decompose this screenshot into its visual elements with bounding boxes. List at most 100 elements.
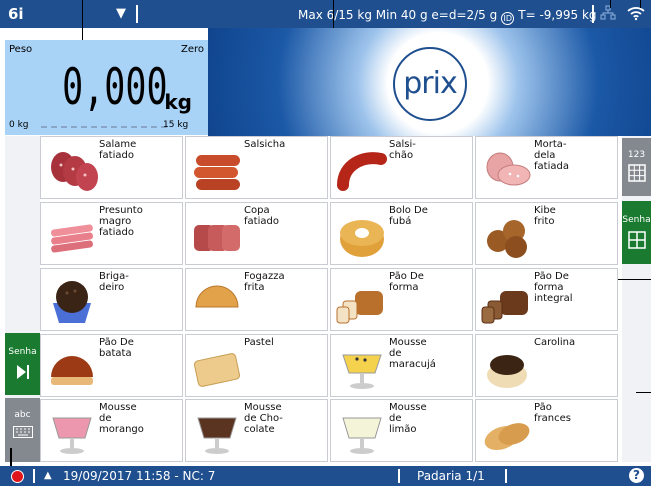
product-name: Mousse de Cho- colate <box>244 402 283 435</box>
weight-value: 0,000 <box>62 58 168 116</box>
product-tile[interactable]: Mousse de morango <box>40 399 183 462</box>
weight-unit: kg <box>164 90 192 114</box>
mousse-yellow-icon <box>335 343 389 393</box>
svg-text:prix: prix <box>403 66 457 101</box>
numeric-label: 123 <box>627 150 646 160</box>
bread-loaf-icon <box>335 277 389 327</box>
fogazza-icon <box>190 277 244 327</box>
pointer-line <box>640 0 641 8</box>
divider <box>505 469 507 483</box>
prix-logo-icon: prix <box>403 66 458 101</box>
pointer-line <box>10 448 12 466</box>
pointer-line <box>610 0 611 8</box>
product-name: Mousse de morango <box>99 402 144 435</box>
whole-bread-icon <box>480 277 534 327</box>
product-name: Bolo De fubá <box>389 205 428 227</box>
product-tile[interactable]: Bolo De fubá <box>330 202 473 265</box>
product-tile[interactable]: Pastel <box>185 334 328 397</box>
brand-logo: prix <box>393 47 467 121</box>
product-tile[interactable]: Salsicha <box>185 136 328 199</box>
product-name: Mousse de limão <box>389 402 427 435</box>
top-bar: 6i ▼ Max 6/15 kg Min 40 g e=d=2/5 g ID T= … <box>0 0 651 28</box>
skip-next-icon <box>16 365 29 379</box>
product-name: Carolina <box>534 337 576 348</box>
senha-grid-button[interactable]: Senha <box>622 201 651 264</box>
scale-specs: Max 6/15 kg Min 40 g e=d=2/5 g ID T= -9,99… <box>298 8 597 25</box>
product-name: Presunto magro fatiado <box>99 205 143 238</box>
scale-min: 0 kg <box>9 120 29 130</box>
brigadeiro-icon <box>45 277 99 327</box>
product-name: Pão De forma <box>389 271 424 293</box>
abc-label: abc <box>14 410 31 420</box>
keyboard-icon <box>12 426 33 438</box>
weight-display: Peso Zero 0,000 kg 0 kg 15 kg <box>5 40 208 135</box>
numeric-keypad-button[interactable]: 123 <box>622 138 651 196</box>
product-tile[interactable]: Salsi- chão <box>330 136 473 199</box>
mousse-white-icon <box>335 408 389 458</box>
product-grid: Salame fatiado Salsicha Salsi- chão Morta- … <box>40 136 622 462</box>
potato-bread-icon <box>45 343 99 393</box>
record-icon <box>11 470 24 483</box>
senha-next-button[interactable]: Senha <box>5 333 40 395</box>
cake-icon <box>335 211 389 261</box>
product-tile[interactable]: Carolina <box>475 334 618 397</box>
product-tile[interactable]: Presunto magro fatiado <box>40 202 183 265</box>
product-tile[interactable]: Morta- dela fatiada <box>475 136 618 199</box>
product-name: Kibe frito <box>534 205 556 227</box>
product-name: Pão frances <box>534 402 571 424</box>
carolina-icon <box>480 343 534 393</box>
divider <box>136 5 138 23</box>
divider <box>592 5 594 23</box>
divider <box>398 469 400 483</box>
scale-specs-text: Max 6/15 kg Min 40 g e=d=2/5 g <box>298 8 498 22</box>
scale-bar <box>41 126 167 128</box>
product-name: Briga- deiro <box>99 271 129 293</box>
senha-label: Senha <box>8 347 37 357</box>
department-label[interactable]: Padaria 1/1 <box>417 469 485 483</box>
kibe-icon <box>480 211 534 261</box>
datetime-nc: 19/09/2017 11:58 - NC: 7 <box>63 469 216 483</box>
product-name: Salsi- chão <box>389 139 416 161</box>
product-tile[interactable]: Briga- deiro <box>40 268 183 331</box>
product-name: Copa fatiado <box>244 205 279 227</box>
product-name: Pastel <box>244 337 274 348</box>
product-tile[interactable]: Pão De forma integral <box>475 268 618 331</box>
warning-icon: ▲ <box>44 470 52 481</box>
product-name: Salame fatiado <box>99 139 137 161</box>
pointer-line <box>636 279 651 280</box>
wifi-icon <box>627 5 645 25</box>
divider <box>33 469 35 483</box>
product-tile[interactable]: Pão frances <box>475 399 618 462</box>
product-name: Mousse de maracujá <box>389 337 436 370</box>
tare-value: T= -9,995 kg <box>518 8 597 22</box>
product-name: Pão De batata <box>99 337 134 359</box>
product-tile[interactable]: Mousse de Cho- colate <box>185 399 328 462</box>
dropdown-icon[interactable]: ▼ <box>116 6 126 21</box>
salami-icon <box>45 145 99 195</box>
weight-label: Peso <box>9 44 33 55</box>
mortadella-icon <box>480 145 534 195</box>
grid-icon <box>627 231 646 249</box>
product-tile[interactable]: Kibe frito <box>475 202 618 265</box>
grid-icon <box>627 164 646 182</box>
senha-label: Senha <box>622 215 651 225</box>
mousse-pink-icon <box>45 408 99 458</box>
product-tile[interactable]: Mousse de limão <box>330 399 473 462</box>
product-tile[interactable]: Pão De batata <box>40 334 183 397</box>
product-tile[interactable]: Copa fatiado <box>185 202 328 265</box>
product-tile[interactable]: Mousse de maracujá <box>330 334 473 397</box>
profile-label: 6i <box>8 5 24 23</box>
product-name: Pão De forma integral <box>534 271 573 304</box>
product-tile[interactable]: Pão De forma <box>330 268 473 331</box>
product-name: Morta- dela fatiada <box>534 139 569 172</box>
scale-max: 15 kg <box>163 120 189 130</box>
network-icon <box>600 5 616 25</box>
product-tile[interactable]: Salame fatiado <box>40 136 183 199</box>
product-name: Fogazza frita <box>244 271 285 293</box>
product-tile[interactable]: Fogazza frita <box>185 268 328 331</box>
help-button[interactable]: ? <box>629 468 644 483</box>
pointer-line <box>636 392 651 393</box>
zero-indicator: Zero <box>180 44 204 55</box>
product-name: Salsicha <box>244 139 286 150</box>
big-sausage-icon <box>335 145 389 195</box>
